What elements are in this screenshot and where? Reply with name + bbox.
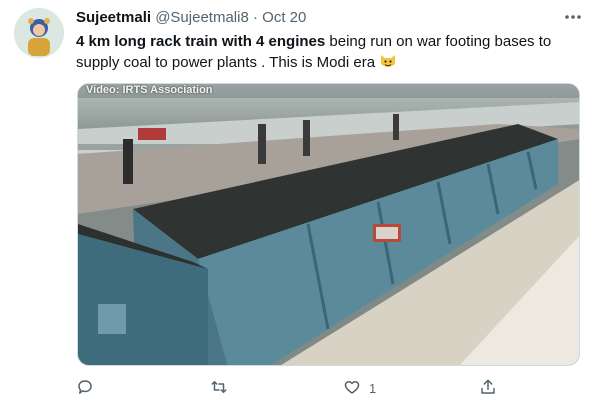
tweet-text: 4 km long rack train with 4 engines bein… xyxy=(76,32,576,73)
like-button[interactable]: 1 xyxy=(343,378,376,399)
reply-button[interactable] xyxy=(76,378,94,399)
tweet-date[interactable]: Oct 20 xyxy=(262,9,306,26)
tweet-video[interactable]: Video: IRTS Association xyxy=(77,83,580,366)
tweet-card[interactable]: Sujeetmali @Sujeetmali8 · Oct 20 4 km lo… xyxy=(0,0,603,409)
video-frame xyxy=(78,84,579,365)
more-options-icon[interactable] xyxy=(563,10,583,24)
heart-icon xyxy=(343,378,361,399)
avatar[interactable] xyxy=(14,8,64,58)
like-count: 1 xyxy=(369,381,377,396)
retweet-button[interactable] xyxy=(210,378,228,399)
separator-dot: · xyxy=(252,9,258,26)
cat-face-emoji xyxy=(379,52,397,70)
author-handle[interactable]: @Sujeetmali8 xyxy=(155,9,249,26)
tweet-header: Sujeetmali @Sujeetmali8 · Oct 20 xyxy=(76,9,306,26)
reply-icon xyxy=(76,378,94,399)
tweet-text-bold: 4 km long rack train with 4 engines xyxy=(76,33,326,50)
share-button[interactable] xyxy=(479,378,497,399)
author-name[interactable]: Sujeetmali xyxy=(76,9,151,26)
retweet-icon xyxy=(210,378,228,399)
share-icon xyxy=(479,378,497,399)
tweet-actions: 1 xyxy=(76,378,576,402)
video-watermark: Video: IRTS Association xyxy=(86,84,213,96)
